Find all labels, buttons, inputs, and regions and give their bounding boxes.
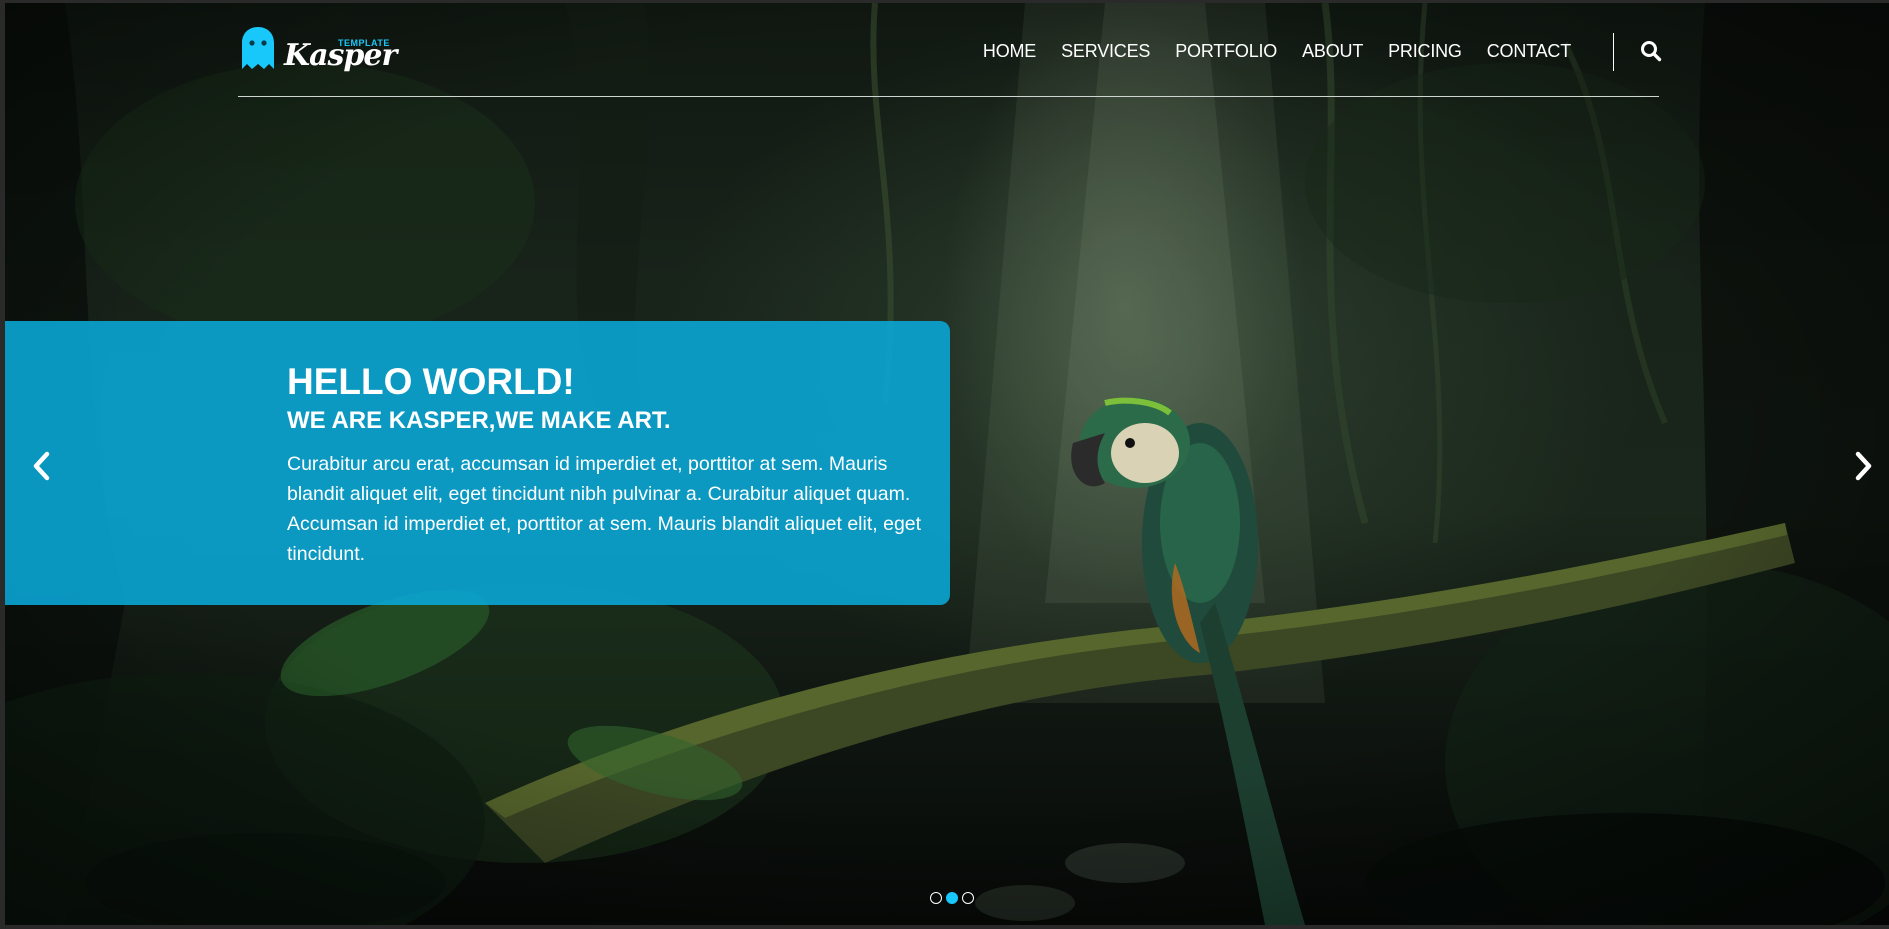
slide-title: HELLO WORLD! <box>287 361 575 402</box>
browser-frame: TEMPLATE Kasper HOME SERVICES PORTFOLIO … <box>0 0 1889 929</box>
nav-divider <box>1613 33 1614 71</box>
nav-home[interactable]: HOME <box>983 41 1036 62</box>
slide-content-card: HELLO WORLD! WE ARE KASPER,WE MAKE ART. … <box>5 321 950 605</box>
slider-next-button[interactable] <box>1848 446 1878 486</box>
hero-section: TEMPLATE Kasper HOME SERVICES PORTFOLIO … <box>5 3 1889 925</box>
slider-bullet-3[interactable] <box>962 892 974 904</box>
slider-prev-button[interactable] <box>27 446 57 486</box>
search-icon <box>1641 41 1662 62</box>
main-navigation: HOME SERVICES PORTFOLIO ABOUT PRICING CO… <box>958 41 1571 62</box>
slider-bullet-2[interactable] <box>946 892 958 904</box>
search-button[interactable] <box>1640 40 1664 64</box>
logo-name: Kasper <box>284 38 397 73</box>
ghost-logo-icon <box>242 27 274 69</box>
nav-about[interactable]: ABOUT <box>1302 41 1363 62</box>
nav-services[interactable]: SERVICES <box>1061 41 1150 62</box>
chevron-right-icon <box>1855 451 1872 481</box>
logo-text: TEMPLATE Kasper <box>284 24 397 74</box>
slide-subtitle: WE ARE KASPER,WE MAKE ART. <box>287 407 671 434</box>
slider-bullet-1[interactable] <box>930 892 942 904</box>
slider-pagination <box>930 892 974 904</box>
nav-portfolio[interactable]: PORTFOLIO <box>1175 41 1277 62</box>
header-divider-line <box>238 96 1659 97</box>
nav-contact[interactable]: CONTACT <box>1487 41 1571 62</box>
chevron-left-icon <box>33 451 50 481</box>
brand-logo[interactable]: TEMPLATE Kasper <box>238 24 397 74</box>
slide-description: Curabitur arcu erat, accumsan id imperdi… <box>287 453 922 565</box>
nav-pricing[interactable]: PRICING <box>1388 41 1462 62</box>
